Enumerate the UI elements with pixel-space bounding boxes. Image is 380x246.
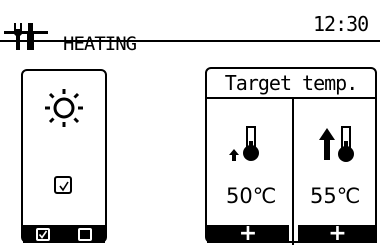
zone-divider <box>292 99 294 245</box>
checkmark-icon <box>38 230 48 239</box>
clock-display: 12:30 <box>313 12 369 36</box>
thermometer-small-arrow-icon <box>229 126 259 161</box>
sun-icon <box>45 89 83 127</box>
controller-screen: HEATING 12:30 Target temp. 50℃ 55℃ + + <box>0 0 380 245</box>
zone2-plus-button[interactable]: + <box>298 223 377 245</box>
operation-checkbox[interactable] <box>54 176 72 194</box>
target-temp-title: Target temp. <box>207 69 375 99</box>
zone1-temp: 50℃ <box>226 184 277 208</box>
mode-label: HEATING <box>63 33 137 55</box>
thermometer-large-arrow-icon <box>319 126 354 162</box>
checkmark-icon <box>59 181 69 192</box>
zone2-temp: 55℃ <box>310 184 361 208</box>
zone1-plus-button[interactable]: + <box>207 223 289 245</box>
header-divider <box>0 40 380 42</box>
bottom-checkbox-checked[interactable] <box>36 228 50 241</box>
bottom-checkbox-unchecked[interactable] <box>78 228 92 241</box>
